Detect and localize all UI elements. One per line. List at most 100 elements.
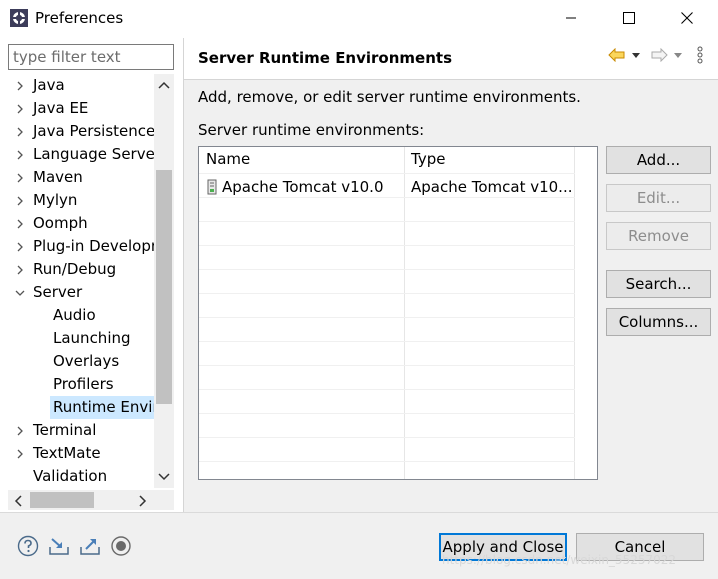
tree-item-label: Java EE <box>33 99 89 117</box>
chevron-right-icon <box>17 150 23 160</box>
tree-item-label: TextMate <box>33 444 101 462</box>
tree-item-label: Validation <box>33 467 108 485</box>
column-header-name[interactable]: Name <box>206 150 250 168</box>
export-icon[interactable] <box>79 535 101 557</box>
tree-item-label: Oomph <box>33 214 88 232</box>
tree-item-label: Java <box>33 76 65 94</box>
tree-item-label: Profilers <box>53 375 114 393</box>
tree-item-mylyn[interactable]: Mylyn <box>8 189 154 212</box>
view-menu-icon[interactable] <box>697 46 703 64</box>
scroll-up-icon[interactable] <box>158 80 170 90</box>
tree-item-label: Overlays <box>53 352 120 370</box>
row-divider <box>199 461 575 462</box>
server-icon <box>207 179 217 195</box>
forward-menu-chevron-icon[interactable] <box>673 52 683 60</box>
tree-item-label: Mylyn <box>33 191 78 209</box>
chevron-right-icon <box>17 104 23 114</box>
row-divider <box>199 389 575 390</box>
tree-item-label: Maven <box>33 168 83 186</box>
tree-item-run-debug[interactable]: Run/Debug <box>8 258 154 281</box>
minimize-icon <box>566 17 576 19</box>
tree-item-label: Runtime Envir <box>50 396 154 419</box>
close-icon <box>681 12 693 24</box>
tree-item-runtime-environments[interactable]: Runtime Envir <box>8 396 154 419</box>
remove-button[interactable]: Remove <box>606 222 711 250</box>
row-divider <box>199 269 575 270</box>
scrollbar-thumb[interactable] <box>30 492 94 508</box>
record-icon[interactable] <box>110 535 132 557</box>
tree-item-label: Launching <box>53 329 131 347</box>
runtime-name-cell: Apache Tomcat v10.0 <box>222 178 384 196</box>
import-icon[interactable] <box>48 535 70 557</box>
chevron-right-icon <box>17 265 23 275</box>
scroll-down-icon[interactable] <box>158 472 170 482</box>
tree-item-validation[interactable]: Validation <box>8 465 154 488</box>
row-divider <box>199 317 575 318</box>
tree-item-java-persistence[interactable]: Java Persistence <box>8 120 154 143</box>
title-bar: Preferences <box>0 0 718 38</box>
tree-item-label: Language Server <box>33 145 154 163</box>
tree-item-language-server[interactable]: Language Server <box>8 143 154 166</box>
help-icon[interactable] <box>17 535 39 557</box>
chevron-right-icon <box>17 173 23 183</box>
row-divider <box>199 413 575 414</box>
row-divider <box>199 221 575 222</box>
maximize-icon <box>623 12 635 24</box>
tree-item-server[interactable]: Server <box>8 281 154 304</box>
chevron-right-icon <box>17 196 23 206</box>
chevron-down-icon <box>15 290 25 296</box>
row-divider <box>199 341 575 342</box>
filter-input[interactable] <box>8 44 174 70</box>
maximize-button[interactable] <box>600 0 658 36</box>
dialog-footer: Apply and Close Cancel https://blog.csdn… <box>0 512 718 579</box>
tree-item-oomph[interactable]: Oomph <box>8 212 154 235</box>
preferences-navigation: Java Java EE Java Persistence Language S… <box>0 38 183 512</box>
tree-vertical-scrollbar[interactable] <box>154 74 174 488</box>
row-divider <box>199 245 575 246</box>
tree-item-label: Server <box>33 283 83 301</box>
tree-item-terminal[interactable]: Terminal <box>8 419 154 442</box>
row-divider <box>199 173 575 174</box>
tree-item-java[interactable]: Java <box>8 74 154 97</box>
scrollbar-thumb[interactable] <box>156 170 172 404</box>
edit-button[interactable]: Edit... <box>606 184 711 212</box>
close-button[interactable] <box>658 0 716 36</box>
minimize-button[interactable] <box>542 0 600 36</box>
page-description: Add, remove, or edit server runtime envi… <box>198 88 581 106</box>
watermark-text: https://blog.csdn.net/weixin_55257022 <box>442 553 677 567</box>
columns-button[interactable]: Columns... <box>606 308 711 336</box>
back-arrow-icon[interactable] <box>608 48 626 62</box>
runtime-environments-table[interactable]: Name Type Apache Tomcat v10.0 Apache Tom… <box>198 146 598 480</box>
tree-horizontal-scrollbar[interactable] <box>8 490 154 510</box>
tree-item-java-ee[interactable]: Java EE <box>8 97 154 120</box>
tree-item-launching[interactable]: Launching <box>8 327 154 350</box>
eclipse-app-icon <box>10 9 28 27</box>
runtime-type-cell: Apache Tomcat v10... <box>411 178 573 196</box>
tree-item-overlays[interactable]: Overlays <box>8 350 154 373</box>
forward-arrow-icon[interactable] <box>650 48 668 62</box>
runtime-list-label: Server runtime environments: <box>198 121 425 139</box>
scroll-right-icon[interactable] <box>138 495 148 507</box>
back-menu-chevron-icon[interactable] <box>631 52 641 60</box>
preference-page: Server Runtime Environments Add, remove,… <box>184 38 718 512</box>
column-header-type[interactable]: Type <box>411 150 445 168</box>
search-button[interactable]: Search... <box>606 270 711 298</box>
tree-item-profilers[interactable]: Profilers <box>8 373 154 396</box>
row-divider <box>199 365 575 366</box>
row-divider <box>199 437 575 438</box>
tree-item-label: Audio <box>53 306 96 324</box>
chevron-right-icon <box>17 449 23 459</box>
tree-item-plugin-development[interactable]: Plug-in Developr <box>8 235 154 258</box>
add-button[interactable]: Add... <box>606 146 711 174</box>
preference-tree: Java Java EE Java Persistence Language S… <box>8 74 174 488</box>
row-divider <box>199 197 575 198</box>
tree-item-textmate[interactable]: TextMate <box>8 442 154 465</box>
page-title: Server Runtime Environments <box>198 49 452 67</box>
tree-item-maven[interactable]: Maven <box>8 166 154 189</box>
tree-item-audio[interactable]: Audio <box>8 304 154 327</box>
scroll-left-icon[interactable] <box>13 495 23 507</box>
tree-item-label: Plug-in Developr <box>33 237 154 255</box>
chevron-right-icon <box>17 242 23 252</box>
window-title: Preferences <box>35 9 124 27</box>
scroll-corner <box>154 490 174 510</box>
